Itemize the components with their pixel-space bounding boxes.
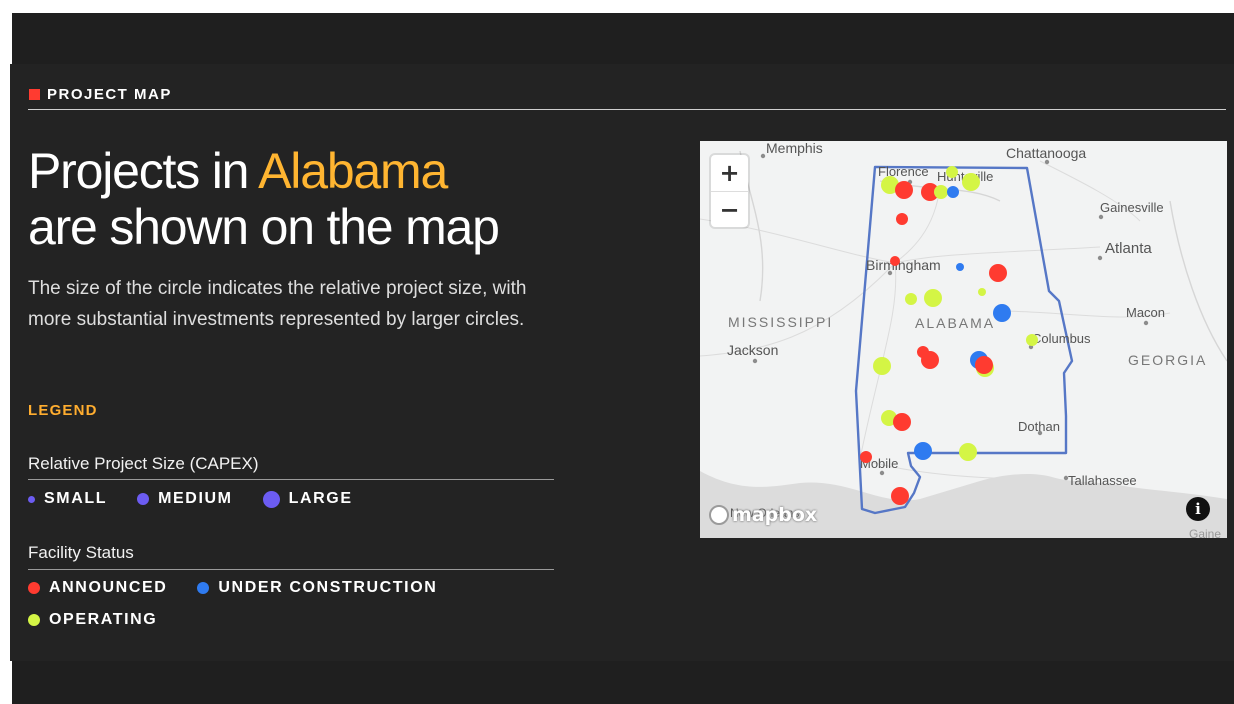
map-label-chattanooga: Chattanooga	[1006, 145, 1086, 161]
map-label-mississippi: MISSISSIPPI	[728, 314, 833, 330]
section-eyebrow-label: PROJECT MAP	[47, 86, 172, 103]
size-legend-divider	[28, 479, 554, 480]
project-marker[interactable]	[993, 304, 1011, 322]
zoom-out-button[interactable]: −	[711, 192, 748, 228]
section-eyebrow: PROJECT MAP	[29, 86, 172, 103]
map-label-georgia: GEORGIA	[1128, 352, 1207, 368]
project-marker[interactable]	[860, 451, 872, 463]
map-label-atlanta: Atlanta	[1105, 240, 1152, 257]
project-marker[interactable]	[896, 213, 908, 225]
title-accent: Alabama	[258, 143, 448, 199]
map-label-alabama: ALABAMA	[915, 315, 995, 331]
map-label-birmingham: Birmingham	[866, 257, 941, 273]
zoom-controls: + −	[711, 155, 748, 227]
map-label-dothan: Dothan	[1018, 419, 1060, 434]
map-labels: Memphis Chattanooga Florence Huntsville …	[727, 141, 1221, 538]
project-marker[interactable]	[890, 256, 900, 266]
mapbox-wordmark: mapbox	[732, 504, 818, 526]
status-legend: ANNOUNCED UNDER CONSTRUCTION	[28, 579, 467, 597]
legend-item-label: MEDIUM	[158, 490, 233, 507]
map-label-gainesville-fl: Gaine	[1189, 527, 1221, 538]
project-marker[interactable]	[921, 351, 939, 369]
legend-item-announced: ANNOUNCED	[28, 579, 167, 597]
small-circle-icon	[28, 495, 35, 503]
red-square-icon	[29, 89, 40, 100]
legend-item-label: ANNOUNCED	[49, 579, 168, 596]
status-legend-label: Facility Status	[28, 543, 134, 562]
info-button[interactable]: i	[1186, 497, 1210, 521]
map-label-columbus: Columbus	[1032, 331, 1091, 346]
project-marker[interactable]	[895, 181, 913, 199]
map-label-macon: Macon	[1126, 305, 1165, 320]
legend-item-label: LARGE	[288, 490, 353, 507]
project-marker[interactable]	[956, 263, 964, 271]
status-legend-divider	[28, 569, 554, 570]
legend-item-label: SMALL	[44, 490, 108, 507]
project-marker[interactable]	[905, 293, 917, 305]
page-title: Projects in Alabama are shown on the map	[28, 143, 648, 255]
divider	[28, 109, 1226, 110]
project-marker[interactable]	[989, 264, 1007, 282]
announced-circle-icon	[28, 582, 40, 594]
map-label-tallahassee: Tallahassee	[1068, 473, 1137, 488]
legend-item-medium: MEDIUM	[137, 490, 232, 508]
project-marker[interactable]	[893, 413, 911, 431]
title-prefix: Projects in	[28, 143, 259, 199]
project-marker[interactable]	[934, 185, 948, 199]
under-construction-circle-icon	[197, 582, 210, 594]
size-legend: SMALL MEDIUM LARGE	[28, 490, 383, 508]
medium-circle-icon	[137, 493, 150, 505]
project-marker[interactable]	[914, 442, 932, 460]
legend-item-small: SMALL	[28, 490, 107, 508]
legend-heading: LEGEND	[28, 402, 98, 419]
project-marker[interactable]	[975, 356, 993, 374]
map-canvas[interactable]: Memphis Chattanooga Florence Huntsville …	[700, 141, 1227, 538]
project-marker[interactable]	[1026, 334, 1038, 346]
map-label-gainesville: Gainesville	[1100, 200, 1164, 215]
map-label-memphis: Memphis	[766, 141, 823, 156]
map-label-jackson: Jackson	[727, 342, 778, 358]
map-description: The size of the circle indicates the rel…	[28, 278, 527, 330]
legend-item-large: LARGE	[262, 490, 353, 508]
large-circle-icon	[262, 490, 280, 508]
legend-item-operating: OPERATING	[28, 611, 157, 629]
project-marker[interactable]	[962, 173, 980, 191]
project-map[interactable]: Memphis Chattanooga Florence Huntsville …	[700, 141, 1227, 538]
project-marker[interactable]	[947, 186, 959, 198]
project-marker[interactable]	[873, 357, 891, 375]
legend-item-label: OPERATING	[49, 611, 158, 628]
legend-item-label: UNDER CONSTRUCTION	[218, 579, 438, 596]
project-marker[interactable]	[959, 443, 977, 461]
mapbox-ring-icon	[709, 505, 729, 525]
size-legend-label: Relative Project Size (CAPEX)	[28, 454, 259, 473]
zoom-in-button[interactable]: +	[711, 155, 748, 192]
title-suffix: are shown on the map	[28, 199, 500, 255]
status-legend-row-2: OPERATING	[28, 611, 187, 629]
project-marker[interactable]	[891, 487, 909, 505]
legend-item-under-construction: UNDER CONSTRUCTION	[197, 579, 437, 597]
map-label-florence: Florence	[878, 164, 929, 179]
mapbox-logo[interactable]: mapbox	[709, 504, 817, 526]
project-marker[interactable]	[924, 289, 942, 307]
project-marker[interactable]	[978, 288, 986, 296]
project-marker[interactable]	[946, 166, 958, 178]
operating-circle-icon	[28, 614, 40, 626]
